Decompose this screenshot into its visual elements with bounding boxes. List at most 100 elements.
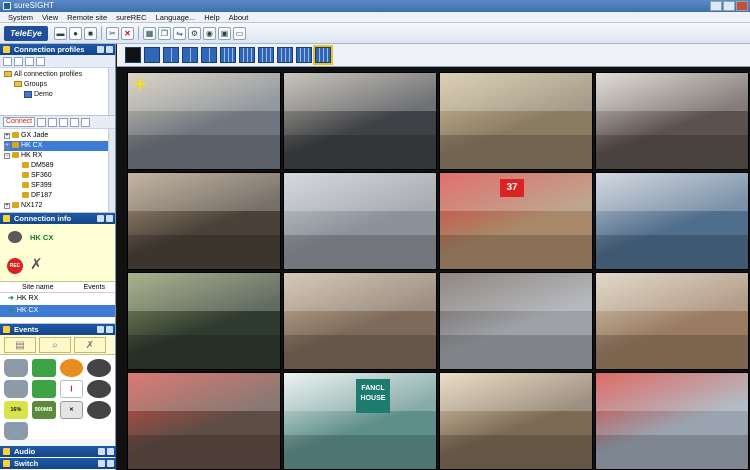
table-row[interactable]: ➔ HK CX <box>0 305 115 317</box>
camera-dome-icon[interactable] <box>87 380 111 398</box>
disconnect-icon[interactable]: ✕ <box>121 26 134 40</box>
expand-icon[interactable] <box>107 448 114 455</box>
layout-4x3-icon[interactable] <box>296 47 312 63</box>
tree-item-groups[interactable]: Groups <box>4 80 115 90</box>
camera-feed-13[interactable] <box>127 372 281 470</box>
menu-view[interactable]: View <box>42 12 58 22</box>
menu-surerec[interactable]: sureREC <box>116 12 146 22</box>
event-tools-tab[interactable]: ✗ <box>74 337 106 353</box>
layout-4x4-icon[interactable] <box>313 45 333 65</box>
disk-green-icon[interactable] <box>31 359 56 377</box>
pin-icon[interactable] <box>97 46 104 53</box>
tree-item-demo[interactable]: Demo <box>4 90 115 100</box>
connect-button[interactable]: Connect <box>3 117 36 127</box>
record-icon[interactable]: ● <box>69 26 82 40</box>
camera-icon[interactable] <box>37 117 47 127</box>
layout-1plus12-icon[interactable] <box>239 47 255 63</box>
snapshot-icon[interactable]: ▣ <box>218 26 231 40</box>
connection-profiles-header[interactable]: Connection profiles <box>0 44 115 55</box>
camera-feed-10[interactable] <box>283 272 437 370</box>
pin-icon[interactable] <box>97 215 104 222</box>
camera-feed-14[interactable]: FANCL HOUSE <box>283 372 437 470</box>
layout-1plus5-icon[interactable] <box>182 47 198 63</box>
layout-1x1-icon[interactable] <box>144 47 160 63</box>
database-icon[interactable] <box>4 359 28 377</box>
pin-icon[interactable] <box>98 448 105 455</box>
menu-language[interactable]: Language... <box>156 12 196 22</box>
expand-icon[interactable]: + <box>4 203 10 209</box>
ptz-crosshair-icon[interactable] <box>134 78 146 90</box>
fullscreen-icon[interactable]: ▭ <box>233 26 246 40</box>
camera-sf360[interactable]: SF360 <box>4 171 115 181</box>
site-hk-rx[interactable]: − HK RX <box>4 151 115 161</box>
collapse-icon[interactable] <box>106 215 113 222</box>
camera-dm589[interactable]: DM589 <box>4 161 115 171</box>
expand-icon[interactable]: + <box>4 143 10 149</box>
network-icon[interactable]: ⇋ <box>173 26 186 40</box>
switch-header[interactable]: Switch <box>0 458 116 469</box>
col-site-name[interactable]: Site name <box>22 283 54 291</box>
layout-single-black-icon[interactable] <box>125 47 141 63</box>
copy-icon[interactable]: ❐ <box>158 26 171 40</box>
camera-feed-6[interactable] <box>283 172 437 270</box>
camera-feed-11[interactable] <box>439 272 593 370</box>
tree-item-all-profiles[interactable]: All connection profiles <box>4 70 115 80</box>
back-icon[interactable] <box>36 57 45 66</box>
site-gx-jade[interactable]: + GX Jade <box>4 131 115 141</box>
camera-feed-5[interactable] <box>127 172 281 270</box>
camera-df187[interactable]: DF187 <box>4 191 115 201</box>
camera-feed-16[interactable] <box>595 372 749 470</box>
maximize-button[interactable] <box>723 1 735 11</box>
connection-info-header[interactable]: Connection info <box>0 213 115 224</box>
site-nx172[interactable]: + NX172 <box>4 201 115 211</box>
camera-feed-12[interactable] <box>595 272 749 370</box>
camera-feed-9[interactable] <box>127 272 281 370</box>
site-tree-scrollbar[interactable] <box>108 129 115 212</box>
motion-alarm-icon[interactable] <box>59 359 84 377</box>
col-events[interactable]: Events <box>84 283 105 291</box>
rec-icon[interactable]: REC <box>7 258 23 274</box>
disk-green-icon[interactable] <box>31 380 56 398</box>
camera-sf399[interactable]: SF399 <box>4 181 115 191</box>
search-icon[interactable] <box>48 117 58 127</box>
database-icon[interactable] <box>4 422 28 440</box>
audio-header[interactable]: Audio <box>0 446 116 457</box>
menu-remote-site[interactable]: Remote site <box>67 12 107 22</box>
menu-system[interactable]: System <box>8 12 33 22</box>
camera-feed-8[interactable] <box>595 172 749 270</box>
pin-icon[interactable] <box>98 460 105 467</box>
tools-icon[interactable]: ✗ <box>30 256 48 274</box>
thermometer-icon[interactable]: ❙ <box>59 380 84 398</box>
forward-icon[interactable] <box>25 57 34 66</box>
tools-icon[interactable]: ✂ <box>106 26 119 40</box>
stop-icon[interactable]: ■ <box>84 26 97 40</box>
edit-profile-icon[interactable] <box>14 57 23 66</box>
layout-1plus7-icon[interactable] <box>201 47 217 63</box>
camera-feed-15[interactable] <box>439 372 593 470</box>
file-error-icon[interactable]: ✕ <box>59 401 84 419</box>
events-header[interactable]: Events <box>0 324 115 335</box>
collapse-icon[interactable] <box>106 326 113 333</box>
profile-tree-scrollbar[interactable] <box>108 68 115 115</box>
globe-icon[interactable]: ◉ <box>203 26 216 40</box>
camera-icon[interactable] <box>87 359 111 377</box>
forward-icon[interactable] <box>59 117 69 127</box>
back-icon[interactable] <box>70 117 80 127</box>
layout-icon[interactable]: ▦ <box>143 26 156 40</box>
camera-feed-4[interactable] <box>595 72 749 170</box>
camera-feed-1[interactable] <box>127 72 281 170</box>
percent-disk-icon[interactable]: 16% <box>4 401 28 419</box>
layout-2x2-icon[interactable] <box>163 47 179 63</box>
table-row[interactable]: ➔ HK RX <box>0 293 115 305</box>
database-icon[interactable] <box>4 380 28 398</box>
alert-icon[interactable] <box>87 401 111 419</box>
new-profile-icon[interactable] <box>3 57 12 66</box>
layout-1plus9-icon[interactable] <box>277 47 293 63</box>
event-search-tab[interactable]: ⌕ <box>39 337 71 353</box>
menu-help[interactable]: Help <box>204 12 219 22</box>
settings-icon[interactable]: ⚙ <box>188 26 201 40</box>
pin-icon[interactable] <box>81 117 91 127</box>
site-hk-cx[interactable]: + HK CX <box>4 141 115 151</box>
pin-icon[interactable] <box>97 326 104 333</box>
layout-2plus8-icon[interactable] <box>258 47 274 63</box>
